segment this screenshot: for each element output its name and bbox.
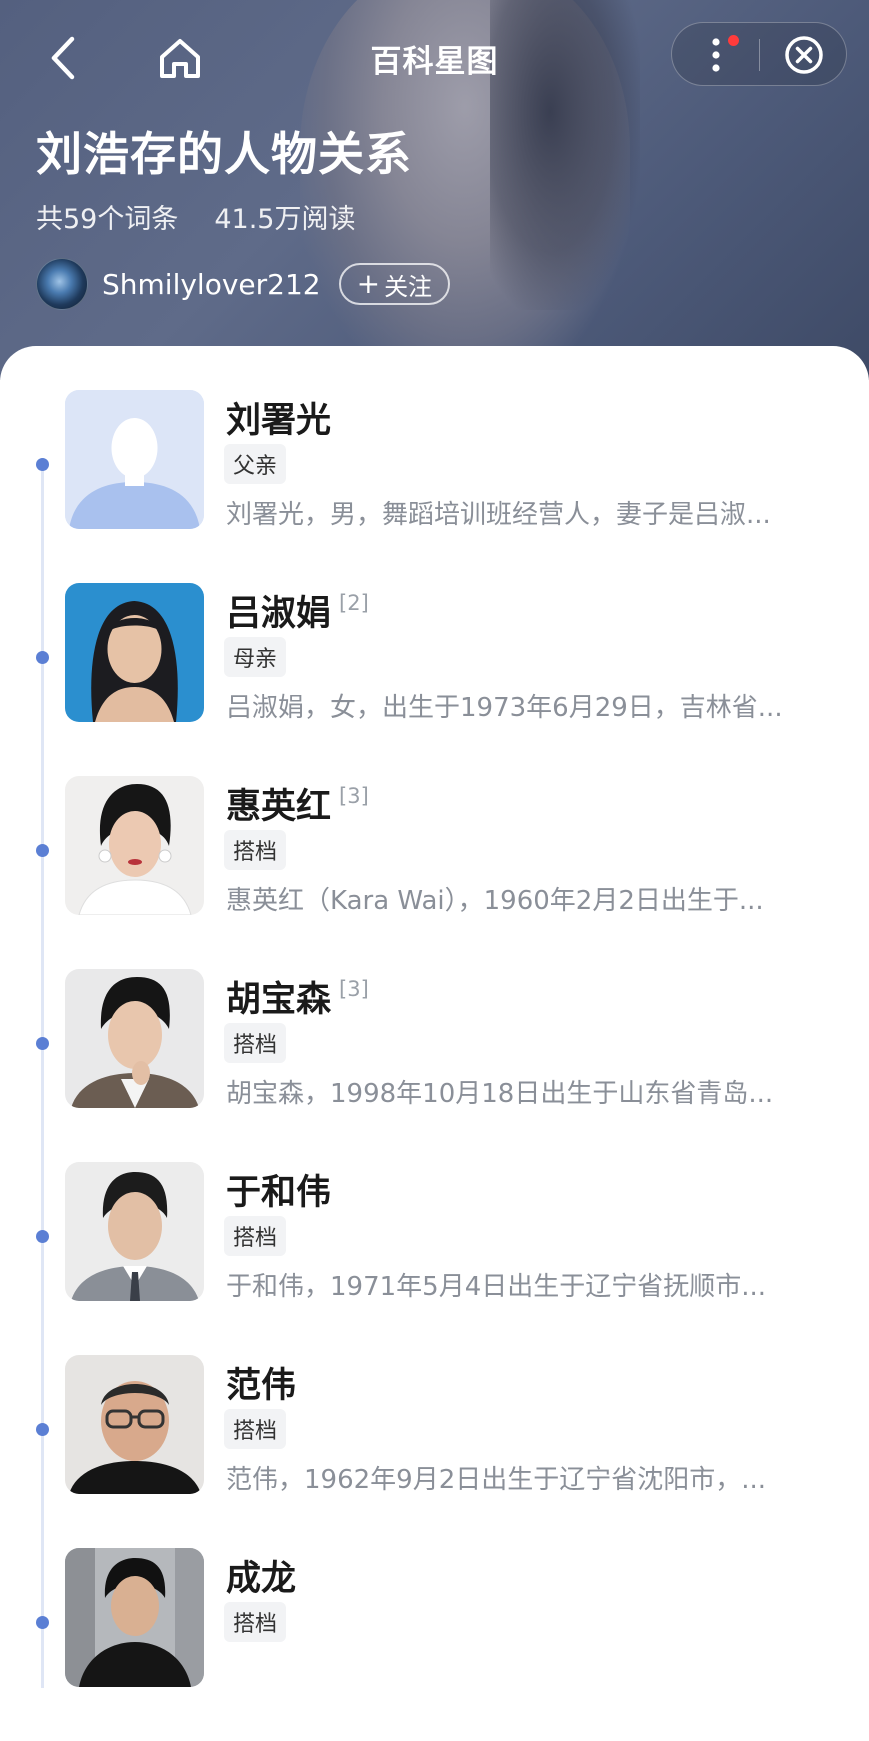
- person-name: 吕淑娟 [2]: [226, 591, 369, 634]
- close-button[interactable]: [760, 23, 848, 87]
- author-name[interactable]: Shmilylover212: [102, 268, 321, 301]
- person-name: 刘署光: [226, 401, 332, 441]
- person-desc: 吕淑娟，女，出生于1973年6月29日，吉林省...: [226, 693, 783, 723]
- page-title: 刘浩存的人物关系: [36, 127, 412, 181]
- follow-button[interactable]: + 关注: [338, 263, 451, 305]
- person-name: 惠英红 [3]: [226, 784, 369, 827]
- relation-tag: 搭档: [224, 1023, 287, 1063]
- timeline-dot: [36, 1037, 49, 1050]
- person-desc: 范伟，1962年9月2日出生于辽宁省沈阳市，...: [226, 1465, 767, 1495]
- relation-tag: 父亲: [224, 444, 287, 484]
- relation-tag: 搭档: [224, 1409, 287, 1449]
- list-item[interactable]: 惠英红 [3] 搭档 惠英红（Kara Wai），1960年2月2日出生于...: [0, 776, 869, 969]
- person-desc: 惠英红（Kara Wai），1960年2月2日出生于...: [226, 886, 764, 916]
- person-photo: [65, 1355, 204, 1494]
- mini-program-capsule: [671, 22, 847, 86]
- list-item[interactable]: 范伟 搭档 范伟，1962年9月2日出生于辽宁省沈阳市，...: [0, 1355, 869, 1548]
- default-avatar-icon: [65, 390, 204, 529]
- read-count: 41.5万阅读: [214, 204, 356, 235]
- person-desc: 于和伟，1971年5月4日出生于辽宁省抚顺市...: [226, 1272, 767, 1302]
- follow-label: 关注: [384, 272, 433, 301]
- top-bar: 百科星图: [0, 0, 869, 110]
- person-name: 胡宝森 [3]: [226, 977, 369, 1020]
- notification-dot: [728, 35, 739, 46]
- timeline-dot: [36, 1616, 49, 1629]
- timeline-dot: [36, 651, 49, 664]
- list-item[interactable]: 于和伟 搭档 于和伟，1971年5月4日出生于辽宁省抚顺市...: [0, 1162, 869, 1355]
- list-item[interactable]: 吕淑娟 [2] 母亲 吕淑娟，女，出生于1973年6月29日，吉林省...: [0, 583, 869, 776]
- timeline-dot: [36, 1230, 49, 1243]
- timeline-dot: [36, 458, 49, 471]
- entry-count: 共59个词条: [36, 204, 179, 235]
- plus-icon: +: [356, 267, 381, 300]
- close-circle-icon: [785, 36, 823, 74]
- person-name: 成龙: [226, 1559, 297, 1599]
- timeline-dot: [36, 1423, 49, 1436]
- person-desc: 胡宝森，1998年10月18日出生于山东省青岛...: [226, 1079, 774, 1109]
- list-item[interactable]: 胡宝森 [3] 搭档 胡宝森，1998年10月18日出生于山东省青岛...: [0, 969, 869, 1162]
- relation-tag: 搭档: [224, 1602, 287, 1642]
- person-name: 于和伟: [226, 1173, 332, 1213]
- relations-list: 刘署光 父亲 刘署光，男，舞蹈培训班经营人，妻子是吕淑... 吕淑娟 [2] 母亲…: [0, 346, 869, 1688]
- author-row: Shmilylover212 + 关注: [36, 258, 451, 310]
- header-banner: 百科星图 刘浩存的人物关系 共59个词条 41.5万阅读 Shmilylover…: [0, 0, 869, 380]
- person-photo: [65, 969, 204, 1108]
- more-button[interactable]: [672, 23, 759, 87]
- list-item[interactable]: 刘署光 父亲 刘署光，男，舞蹈培训班经营人，妻子是吕淑...: [0, 390, 869, 583]
- relation-tag: 搭档: [224, 1216, 287, 1256]
- stats: 共59个词条 41.5万阅读: [36, 197, 355, 236]
- relation-tag: 搭档: [224, 830, 287, 870]
- person-photo: [65, 1162, 204, 1301]
- avatar[interactable]: [36, 258, 88, 310]
- person-photo: [65, 776, 204, 915]
- list-item[interactable]: 成龙 搭档: [0, 1548, 869, 1741]
- person-name: 范伟: [226, 1366, 297, 1406]
- person-desc: 刘署光，男，舞蹈培训班经营人，妻子是吕淑...: [226, 500, 771, 530]
- person-photo: [65, 583, 204, 722]
- relation-tag: 母亲: [224, 637, 287, 677]
- person-photo: [65, 1548, 204, 1687]
- timeline-dot: [36, 844, 49, 857]
- vertical-dots-icon: [711, 38, 720, 72]
